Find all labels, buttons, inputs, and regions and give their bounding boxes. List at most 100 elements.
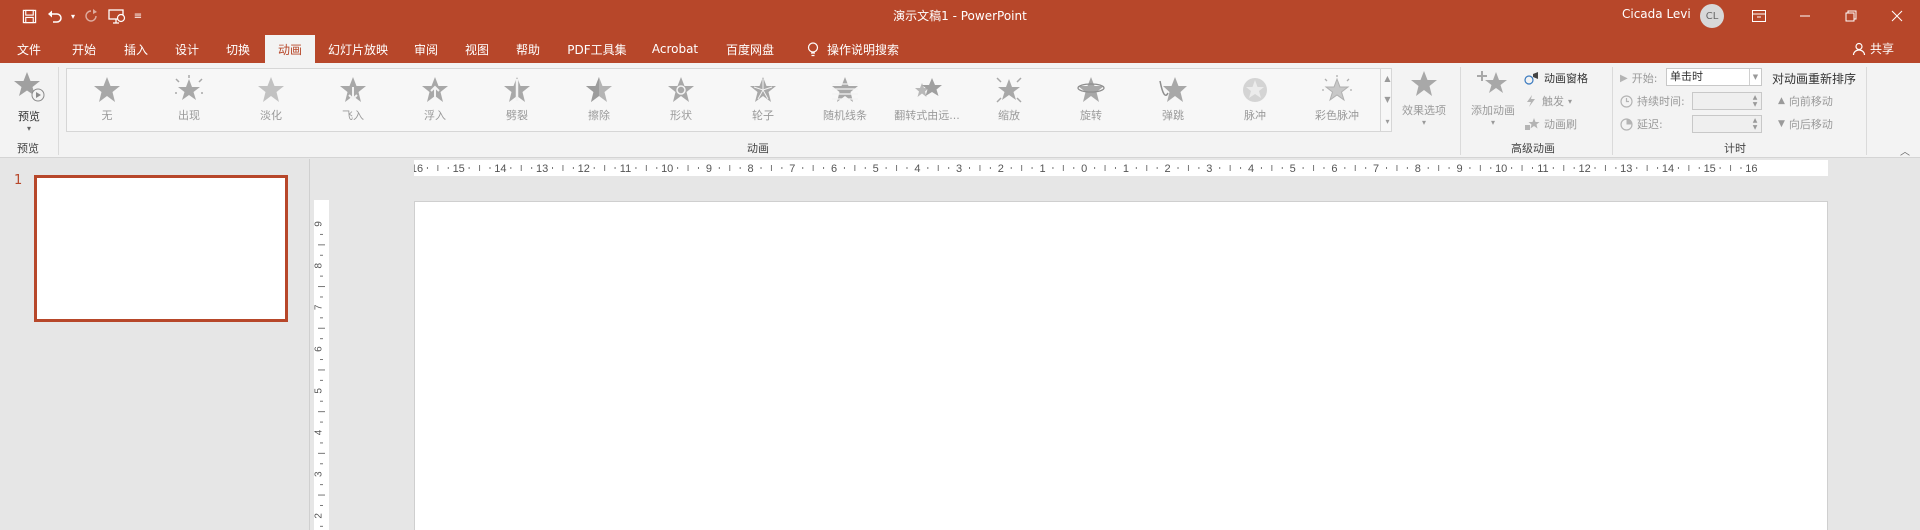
ruler-tick-label: 1 <box>1039 163 1045 175</box>
start-label: ▶ 开始: <box>1620 72 1658 85</box>
animation-painter-button[interactable]: 动画刷 <box>1524 116 1577 132</box>
ruler-tick-label: 11 <box>1537 163 1548 175</box>
animation-color-pulse[interactable]: 彩色脉冲 <box>1297 71 1377 129</box>
animation-fly-in[interactable]: 飞入 <box>313 71 393 129</box>
animation-label: 旋转 <box>1080 109 1102 122</box>
avatar[interactable]: CL <box>1700 4 1724 28</box>
ruler-tick-label: 5 <box>314 388 325 394</box>
delay-input[interactable]: ▲ ▼ <box>1692 115 1762 133</box>
animation-wheel[interactable]: 轮子 <box>723 71 803 129</box>
divider <box>1866 67 1867 155</box>
animation-fade[interactable]: 淡化 <box>231 71 311 129</box>
group-animation-label: 动画 <box>747 142 769 155</box>
animation-label: 淡化 <box>260 109 282 122</box>
user-name[interactable]: Cicada Levi <box>1622 7 1691 21</box>
ruler-tick-label: 3 <box>314 471 325 477</box>
animation-shape[interactable]: 形状 <box>641 71 721 129</box>
gallery-more-icon[interactable]: ▾ <box>1385 117 1389 126</box>
play-icon: ▶ <box>1620 72 1628 84</box>
gallery-scroll[interactable]: ▲ ▼ ▾ <box>1380 68 1394 132</box>
restore-icon[interactable] <box>1828 0 1874 31</box>
effect-options-button[interactable]: 效果选项 ▾ <box>1398 69 1450 127</box>
animation-none[interactable]: 无 <box>67 71 147 129</box>
tab-review[interactable]: 审阅 <box>406 35 446 63</box>
duration-spinner-icon[interactable]: ▲ ▼ <box>1749 93 1761 109</box>
duration-input[interactable]: ▲ ▼ <box>1692 92 1762 110</box>
animation-pulse[interactable]: 脉冲 <box>1215 71 1295 129</box>
animation-random-bars[interactable]: 随机线条 <box>805 71 885 129</box>
animation-painter-icon <box>1525 118 1540 130</box>
tab-insert[interactable]: 插入 <box>116 35 156 63</box>
collapse-ribbon-icon[interactable]: ︿ <box>1900 143 1910 158</box>
random-bars-icon <box>832 77 858 102</box>
tab-file[interactable]: 文件 <box>8 35 50 63</box>
animation-pane-button[interactable]: 动画窗格 <box>1524 70 1588 86</box>
animation-pane-icon <box>1524 72 1538 85</box>
reorder-title: 对动画重新排序 <box>1772 72 1857 86</box>
grow-turn-icon <box>915 78 942 97</box>
tab-slideshow[interactable]: 幻灯片放映 <box>322 35 394 63</box>
duration-label: 持续时间: <box>1620 93 1685 109</box>
divider <box>1612 67 1613 155</box>
animation-wipe[interactable]: 擦除 <box>559 71 639 129</box>
share-button[interactable]: 共享 <box>1852 40 1894 57</box>
tab-design[interactable]: 设计 <box>167 35 207 63</box>
delay-clock-icon <box>1620 117 1633 131</box>
ruler-tick-label: 4 <box>914 163 920 175</box>
delay-label: 延迟: <box>1620 116 1663 132</box>
animation-label: 缩放 <box>998 109 1020 122</box>
slide-thumbnail[interactable] <box>34 175 288 322</box>
swivel-icon <box>1077 77 1105 102</box>
pane-splitter[interactable] <box>309 159 310 530</box>
animation-zoom[interactable]: 缩放 <box>969 71 1049 129</box>
close-icon[interactable] <box>1874 0 1920 31</box>
move-later-button[interactable]: ▼ 向后移动 <box>1778 116 1833 132</box>
tab-help[interactable]: 帮助 <box>508 35 548 63</box>
ruler-tick-label: 8 <box>314 262 325 268</box>
animation-swivel[interactable]: 旋转 <box>1051 71 1131 129</box>
ruler-tick-label: 16 <box>414 163 423 175</box>
tab-acrobat[interactable]: Acrobat <box>644 35 706 63</box>
preview-button[interactable]: 预览 ▾ <box>8 69 50 133</box>
vertical-ruler-ticks: 9 8 7 6 5 4 3 2 <box>314 221 325 527</box>
tab-animations[interactable]: 动画 <box>265 35 315 63</box>
ruler-tick-label: 8 <box>748 163 754 175</box>
lightbulb-icon <box>807 41 819 56</box>
animation-float-in[interactable]: 浮入 <box>395 71 475 129</box>
ruler-tick-label: 5 <box>873 163 879 175</box>
preview-star-icon <box>14 72 45 102</box>
scroll-up-icon[interactable]: ▲ <box>1384 74 1390 83</box>
add-animation-icon <box>1477 71 1507 93</box>
animation-split[interactable]: 劈裂 <box>477 71 557 129</box>
animation-pane-label: 动画窗格 <box>1544 72 1588 85</box>
scroll-down-icon[interactable]: ▼ <box>1384 95 1390 104</box>
ribbon: 预览 ▾ 预览 无 出现 淡化 飞入 浮入 劈裂 擦除 形状 轮子 随机线条 翻… <box>0 63 1920 158</box>
shape-icon <box>668 77 694 102</box>
slide-canvas[interactable] <box>414 201 1828 530</box>
ruler-tick-label: 11 <box>620 163 631 175</box>
tell-me-search[interactable]: 操作说明搜索 <box>800 35 906 63</box>
tab-transitions[interactable]: 切换 <box>218 35 258 63</box>
tab-pdf-tools[interactable]: PDF工具集 <box>560 35 634 63</box>
ruler-tick-label: 9 <box>314 221 325 227</box>
group-preview-label: 预览 <box>17 142 39 155</box>
animation-bounce[interactable]: 弹跳 <box>1133 71 1213 129</box>
tab-home[interactable]: 开始 <box>64 35 104 63</box>
ribbon-display-options-icon[interactable] <box>1736 0 1782 31</box>
move-earlier-button[interactable]: ▲ 向前移动 <box>1778 93 1833 109</box>
minimize-icon[interactable] <box>1782 0 1828 31</box>
delay-spinner-icon[interactable]: ▲ ▼ <box>1749 116 1761 132</box>
trigger-button[interactable]: 触发 ▾ <box>1524 93 1572 109</box>
animation-label: 彩色脉冲 <box>1315 109 1359 122</box>
appear-icon <box>175 75 203 100</box>
preview-label: 预览 <box>18 110 40 123</box>
ruler-tick-label: 13 <box>1620 163 1632 175</box>
start-dropdown[interactable]: 单击时 ▼ <box>1666 68 1762 86</box>
animation-grow-and-turn[interactable]: 翻转式由远... <box>887 71 967 129</box>
ruler-tick-label: 9 <box>1456 163 1462 175</box>
divider <box>1460 67 1461 155</box>
animation-appear[interactable]: 出现 <box>149 71 229 129</box>
tab-baidu-netdisk[interactable]: 百度网盘 <box>718 35 782 63</box>
tab-view[interactable]: 视图 <box>457 35 497 63</box>
add-animation-button[interactable]: 添加动画 ▾ <box>1466 69 1520 127</box>
